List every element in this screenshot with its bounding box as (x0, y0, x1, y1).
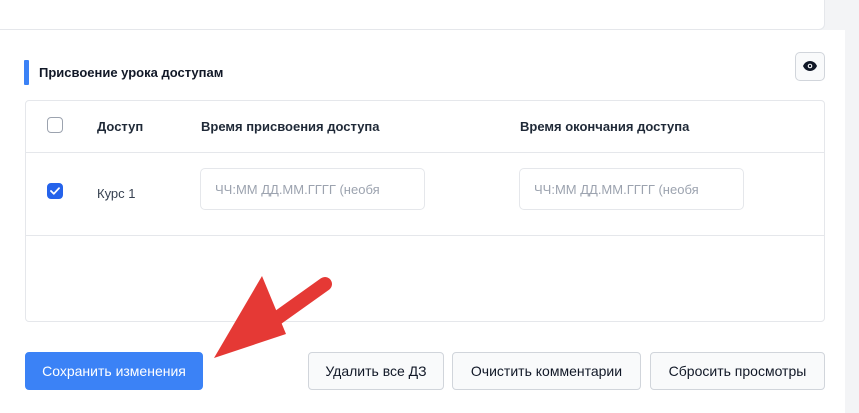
eye-icon (803, 59, 817, 74)
page: Присвоение урока доступам Доступ Время п… (0, 0, 859, 413)
save-button[interactable]: Сохранить изменения (25, 352, 203, 390)
clear-comments-button[interactable]: Очистить комментарии (452, 352, 641, 390)
section-accent-bar (24, 59, 29, 85)
access-table: Доступ Время присвоения доступа Время ок… (25, 100, 825, 322)
end-time-input[interactable] (519, 168, 744, 210)
access-name: Курс 1 (97, 186, 136, 201)
assign-time-input[interactable] (200, 168, 425, 210)
section-title: Присвоение урока доступам (39, 64, 224, 80)
delete-homework-button[interactable]: Удалить все ДЗ (308, 352, 444, 390)
reset-views-button[interactable]: Сбросить просмотры (650, 352, 825, 390)
previous-card (0, 0, 825, 30)
section-header: Присвоение урока доступам (24, 59, 223, 85)
table-header: Доступ Время присвоения доступа Время ок… (26, 101, 824, 153)
row-checkbox[interactable] (47, 183, 63, 199)
column-header-access: Доступ (97, 119, 144, 134)
column-header-end-time: Время окончания доступа (520, 119, 690, 134)
checkmark-icon (50, 182, 60, 200)
select-all-checkbox[interactable] (47, 117, 63, 133)
table-row: Курс 1 (26, 153, 824, 236)
preview-button[interactable] (795, 52, 825, 81)
column-header-assign-time: Время присвоения доступа (201, 119, 380, 134)
